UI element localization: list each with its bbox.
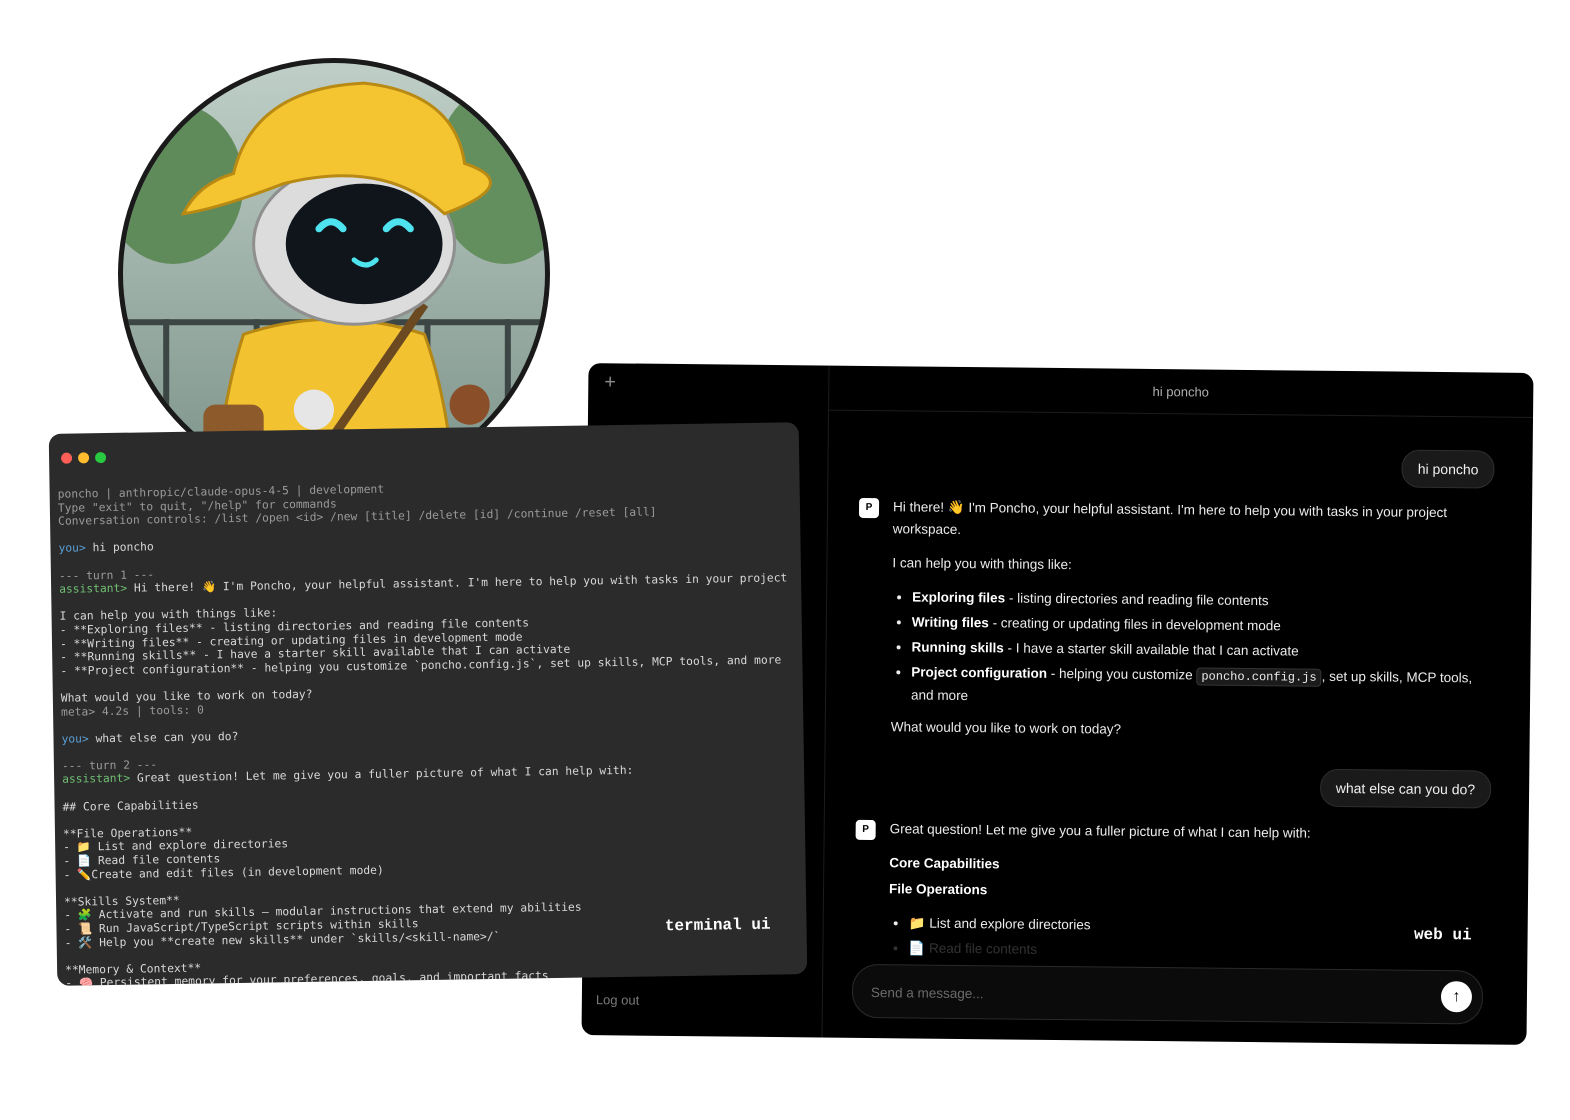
assistant-message: P Great question! Let me give you a full… xyxy=(854,818,1488,969)
terminal-output: poncho | anthropic/claude-opus-4-5 | dev… xyxy=(58,476,802,986)
list-item: Writing files - creating or updating fil… xyxy=(912,611,1491,639)
file-ops-list: 📁 List and explore directories 📄 Read fi… xyxy=(888,912,1487,965)
assistant-intro: Great question! Let me give you a fuller… xyxy=(889,821,1311,841)
maximize-window-button[interactable] xyxy=(95,452,107,464)
user-prompt: you> xyxy=(61,732,89,746)
minimize-window-button[interactable] xyxy=(78,452,90,464)
list-item: 📄 Read file contents xyxy=(908,937,1487,965)
conversation-title: hi poncho xyxy=(828,365,1534,418)
list-item: Running skills - I have a starter skill … xyxy=(911,636,1490,664)
list-item: Exploring files - listing directories an… xyxy=(912,586,1491,614)
mascot-illustration xyxy=(123,63,545,485)
close-window-button[interactable] xyxy=(61,452,73,464)
assistant-avatar: P xyxy=(858,497,880,519)
assistant-prompt: assistant> xyxy=(59,581,128,596)
capability-list: Exploring files - listing directories an… xyxy=(891,586,1491,712)
logout-button[interactable]: Log out xyxy=(596,992,640,1007)
assistant-lead: I can help you with things like: xyxy=(892,555,1072,573)
assistant-avatar: P xyxy=(855,819,876,841)
inline-code: poncho.config.js xyxy=(1196,667,1322,687)
assistant-prompt: assistant> xyxy=(62,772,131,787)
user-message: what else can you do? xyxy=(1319,768,1492,809)
section-heading: Core Capabilities xyxy=(889,855,1000,872)
send-button[interactable]: ↑ xyxy=(1440,981,1473,1013)
assistant-message: P Hi there! 👋 I'm Poncho, your helpful a… xyxy=(857,496,1493,757)
assistant-intro: Hi there! 👋 I'm Poncho, your helpful ass… xyxy=(892,499,1448,537)
arrow-up-icon: ↑ xyxy=(1452,987,1461,1005)
user-prompt: you> xyxy=(58,541,86,556)
user-message: hi poncho xyxy=(1401,449,1495,489)
list-item: 📁 List and explore directories xyxy=(909,912,1488,940)
poncho-mascot-avatar xyxy=(118,58,550,490)
chat-main: hi poncho hi poncho P Hi there! 👋 I'm Po… xyxy=(821,365,1534,1045)
list-item: Project configuration - helping you cust… xyxy=(911,661,1490,712)
section-heading: File Operations xyxy=(888,881,988,898)
terminal-ui-window: poncho | anthropic/claude-opus-4-5 | dev… xyxy=(48,422,808,986)
message-input[interactable] xyxy=(868,965,1377,1025)
web-ui-label: web ui xyxy=(1413,925,1472,945)
assistant-closing: What would you like to work on today? xyxy=(890,719,1122,737)
terminal-ui-label: terminal ui xyxy=(664,916,771,936)
terminal-titlebar xyxy=(49,422,800,474)
message-composer: ↑ xyxy=(851,963,1484,1025)
new-chat-button[interactable]: + xyxy=(604,371,616,394)
